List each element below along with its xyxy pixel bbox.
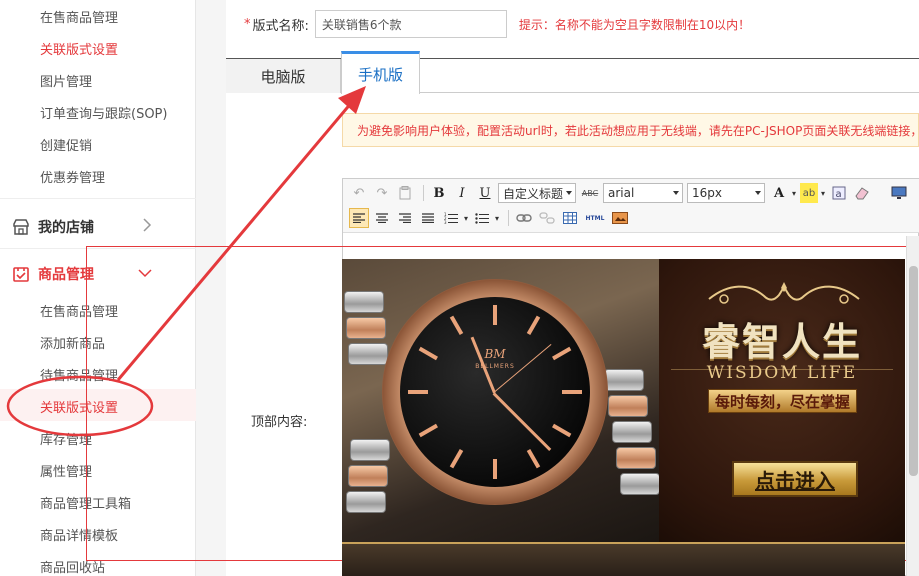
bracelet-link <box>612 421 652 443</box>
chevron-down-icon[interactable]: ▾ <box>464 214 472 223</box>
watch-dial: BM BELLMERS <box>400 297 590 487</box>
bracelet-link <box>348 465 388 487</box>
bracelet-link <box>344 291 384 313</box>
svg-text:3: 3 <box>444 220 447 224</box>
banner-image[interactable]: BM BELLMERS 睿智人生 WISDOM LIFE 每时每刻，尽在掌握 点… <box>342 259 905 542</box>
bracelet-link <box>608 395 648 417</box>
chevron-right-icon <box>142 218 152 236</box>
editor-toolbar: ↶ ↷ B I U 自定义标题 ABC arial 16px A ▾ ab ▾ … <box>343 179 919 233</box>
sidebar-item-layout-top[interactable]: 关联版式设置 <box>40 39 118 58</box>
sidebar-item-onsale-top[interactable]: 在售商品管理 <box>40 7 118 26</box>
align-left-icon[interactable] <box>349 208 369 228</box>
name-hint: 提示：名称不能为空且字数限制在10以内！ <box>518 17 751 32</box>
hour-tick <box>526 315 541 335</box>
monitor-icon[interactable] <box>889 183 909 203</box>
paste-icon[interactable] <box>395 183 415 203</box>
bracelet-link <box>350 439 390 461</box>
editor-scrollbar[interactable] <box>906 236 919 576</box>
second-banner-preview <box>342 542 905 576</box>
hour-tick <box>526 449 541 469</box>
sidebar-divider <box>0 198 196 199</box>
hour-tick <box>493 459 497 479</box>
html-source-button[interactable]: HTML <box>583 208 607 228</box>
tab-pc[interactable]: 电脑版 <box>226 59 341 93</box>
hour-tick <box>449 449 464 469</box>
minute-hand <box>492 392 552 451</box>
slogan-chinese: 睿智人生 <box>701 320 862 364</box>
strikethrough-button[interactable]: ABC <box>580 183 600 203</box>
heading-select-value: 自定义标题 <box>503 186 564 201</box>
scrollbar-thumb[interactable] <box>909 266 918 476</box>
font-size-select[interactable]: 16px <box>687 183 765 203</box>
hour-tick <box>418 346 438 361</box>
eraser-icon[interactable] <box>852 183 872 203</box>
bracelet-link <box>346 317 386 339</box>
sidebar-item-coupons[interactable]: 优惠券管理 <box>40 167 105 186</box>
font-family-select[interactable]: arial <box>603 183 683 203</box>
notice-banner: 为避免影响用户体验，配置活动url时，若此活动想应用于无线端，请先在PC-JSH… <box>342 113 919 147</box>
toolbar-row-1: ↶ ↷ B I U 自定义标题 ABC arial 16px A ▾ ab ▾ … <box>349 183 912 203</box>
unlink-icon[interactable] <box>537 208 557 228</box>
toolbar-separator <box>423 185 424 201</box>
sidebar-item-images[interactable]: 图片管理 <box>40 71 92 90</box>
bracelet-link <box>620 473 660 495</box>
align-justify-icon[interactable] <box>418 208 438 228</box>
bracelet-link <box>616 447 656 469</box>
tab-mobile[interactable]: 手机版 <box>341 51 420 94</box>
toolbar-row-2: 123 ▾ ▾ HTML <box>349 208 633 228</box>
banner-slogan-panel: 睿智人生 WISDOM LIFE 每时每刻，尽在掌握 点击进入 <box>659 259 905 542</box>
chevron-down-icon[interactable]: ▾ <box>821 189 829 198</box>
hour-tick <box>449 315 464 335</box>
sidebar-item-orders[interactable]: 订单查询与跟踪(SOP) <box>40 103 167 122</box>
hour-tick <box>552 423 572 438</box>
font-color-button[interactable]: A <box>769 183 789 203</box>
goods-icon <box>12 265 30 283</box>
sidebar-item-promo[interactable]: 创建促销 <box>40 135 92 154</box>
bold-button[interactable]: B <box>429 183 449 203</box>
bracelet-link <box>604 369 644 391</box>
slogan-english: WISDOM LIFE <box>706 363 858 383</box>
chevron-down-icon[interactable]: ▾ <box>495 214 503 223</box>
slogan-subtitle: 每时每刻，尽在掌握 <box>708 389 858 413</box>
layout-name-label: 版式名称: <box>252 18 309 34</box>
banner-watch-photo: BM BELLMERS <box>342 259 660 542</box>
undo-icon[interactable]: ↶ <box>349 183 369 203</box>
sidebar-item-stock[interactable]: 库存管理 <box>40 429 92 448</box>
highlight-button[interactable]: ab <box>800 183 818 203</box>
link-icon[interactable] <box>514 208 534 228</box>
font-size-value: 16px <box>692 186 722 200</box>
ordered-list-icon[interactable]: 123 <box>441 208 461 228</box>
font-family-value: arial <box>608 186 635 200</box>
hour-tick <box>418 423 438 438</box>
hour-tick <box>562 390 582 394</box>
hour-tick <box>493 305 497 325</box>
redo-icon[interactable]: ↷ <box>372 183 392 203</box>
bracelet-link <box>346 491 386 513</box>
hour-tick <box>408 390 428 394</box>
toolbar-separator <box>508 210 509 226</box>
sidebar-group-store[interactable]: 我的店铺 <box>12 217 196 237</box>
required-mark: * <box>244 16 251 32</box>
insert-media-icon[interactable] <box>610 208 630 228</box>
chevron-down-icon[interactable]: ▾ <box>792 189 800 198</box>
sidebar-item-attributes[interactable]: 属性管理 <box>40 461 92 480</box>
table-icon[interactable] <box>560 208 580 228</box>
bracelet-link <box>348 343 388 365</box>
insert-image-icon[interactable]: a <box>829 183 849 203</box>
heading-select[interactable]: 自定义标题 <box>498 183 576 203</box>
sidebar-group-store-label: 我的店铺 <box>38 220 94 236</box>
layout-name-input[interactable] <box>314 10 507 38</box>
hour-tick <box>552 346 572 361</box>
align-center-icon[interactable] <box>372 208 392 228</box>
ornament-icon <box>708 282 860 304</box>
align-right-icon[interactable] <box>395 208 415 228</box>
unordered-list-icon[interactable] <box>472 208 492 228</box>
svg-text:a: a <box>836 189 842 200</box>
version-tabs: 电脑版 手机版 <box>226 51 919 94</box>
underline-button[interactable]: U <box>475 183 495 203</box>
enter-button[interactable]: 点击进入 <box>732 461 858 497</box>
store-icon <box>12 218 30 236</box>
italic-button[interactable]: I <box>452 183 472 203</box>
layout-name-row: * 版式名称: 提示：名称不能为空且字数限制在10以内！ <box>244 10 750 38</box>
